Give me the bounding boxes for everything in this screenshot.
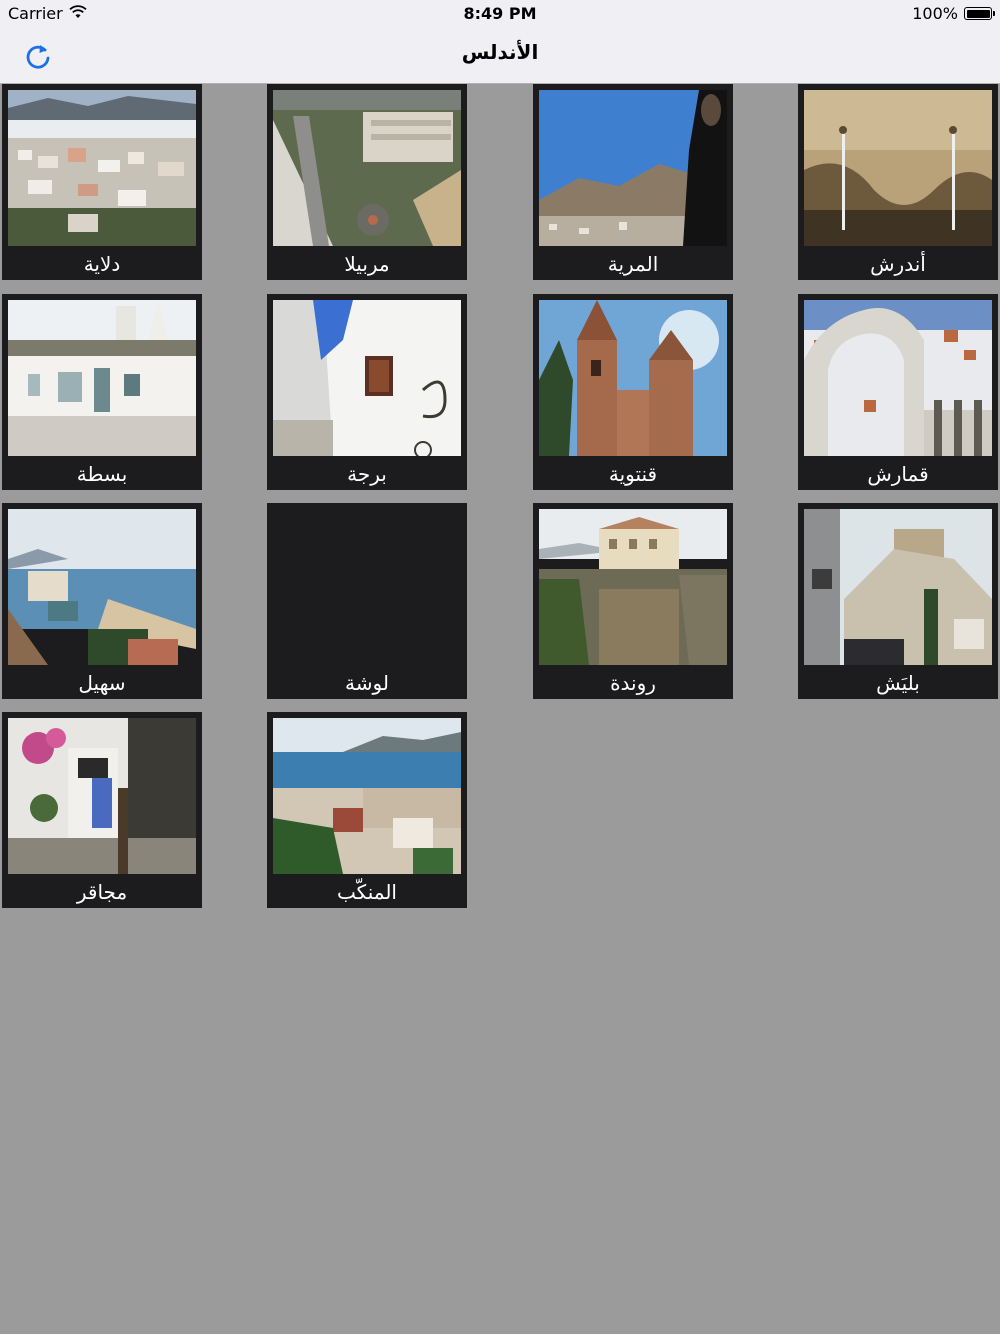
city-tile[interactable]: مجاقر <box>2 712 202 908</box>
city-tile[interactable]: روندة <box>533 503 733 699</box>
city-tile[interactable]: أندرش <box>798 84 998 280</box>
city-thumbnail <box>273 300 461 456</box>
city-thumbnail <box>804 300 992 456</box>
city-tile[interactable]: دلاية <box>2 84 202 280</box>
city-thumbnail <box>8 718 196 874</box>
city-thumbnail <box>273 718 461 874</box>
city-label: مربيلا <box>344 252 390 276</box>
status-bar: Carrier 8:49 PM 100% <box>0 0 1000 28</box>
city-tile[interactable]: المنكّب <box>267 712 467 908</box>
city-thumbnail <box>8 90 196 246</box>
city-label: دلاية <box>83 252 121 276</box>
city-tile[interactable]: قنتوية <box>533 294 733 490</box>
city-thumbnail <box>8 300 196 456</box>
city-label: بليَش <box>876 671 920 695</box>
city-label: المرية <box>607 252 659 276</box>
city-label: مجاقر <box>76 880 128 904</box>
battery-percent: 100% <box>912 4 958 23</box>
battery-icon <box>964 7 995 20</box>
city-label: لوشة <box>345 671 389 695</box>
city-thumbnail <box>8 509 196 665</box>
city-tile[interactable]: المرية <box>533 84 733 280</box>
city-label: روندة <box>610 671 656 695</box>
city-tile[interactable]: قمارش <box>798 294 998 490</box>
city-label: المنكّب <box>337 880 397 904</box>
city-tile[interactable]: سهيل <box>2 503 202 699</box>
city-label: سهيل <box>78 671 126 695</box>
city-thumbnail <box>539 300 727 456</box>
city-label: أندرش <box>870 252 926 276</box>
city-thumbnail <box>539 509 727 665</box>
clock: 8:49 PM <box>463 4 537 23</box>
city-tile[interactable]: برجة <box>267 294 467 490</box>
city-thumbnail <box>539 90 727 246</box>
city-label: برجة <box>347 462 387 486</box>
city-tile[interactable]: بسطة <box>2 294 202 490</box>
city-label: بسطة <box>76 462 128 486</box>
city-label: قنتوية <box>608 462 658 486</box>
city-thumbnail <box>804 509 992 665</box>
city-tile[interactable]: بليَش <box>798 503 998 699</box>
city-tile[interactable]: مربيلا <box>267 84 467 280</box>
battery-group: 100% <box>912 4 995 23</box>
city-thumbnail <box>804 90 992 246</box>
city-label: قمارش <box>867 462 929 486</box>
page-title: الأندلس <box>461 40 539 64</box>
city-tile[interactable]: لوشة <box>267 503 467 699</box>
city-thumbnail <box>273 90 461 246</box>
navigation-bar: الأندلس <box>0 28 1000 84</box>
